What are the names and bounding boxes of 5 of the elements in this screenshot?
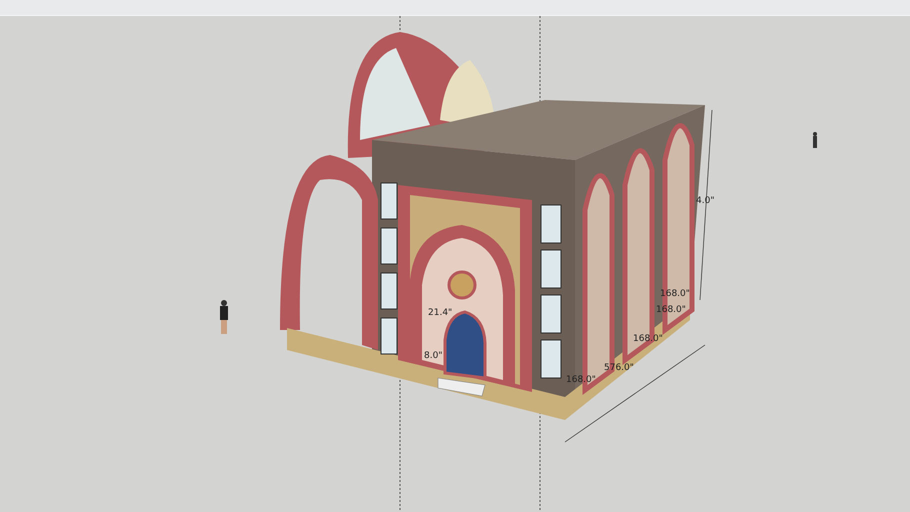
dimension-label: 576.0"	[604, 363, 634, 373]
person-figure	[813, 132, 817, 148]
person-figure	[220, 300, 228, 334]
dimension-label: 21.4"	[428, 308, 452, 318]
dimension-label: 8.0"	[424, 351, 442, 361]
